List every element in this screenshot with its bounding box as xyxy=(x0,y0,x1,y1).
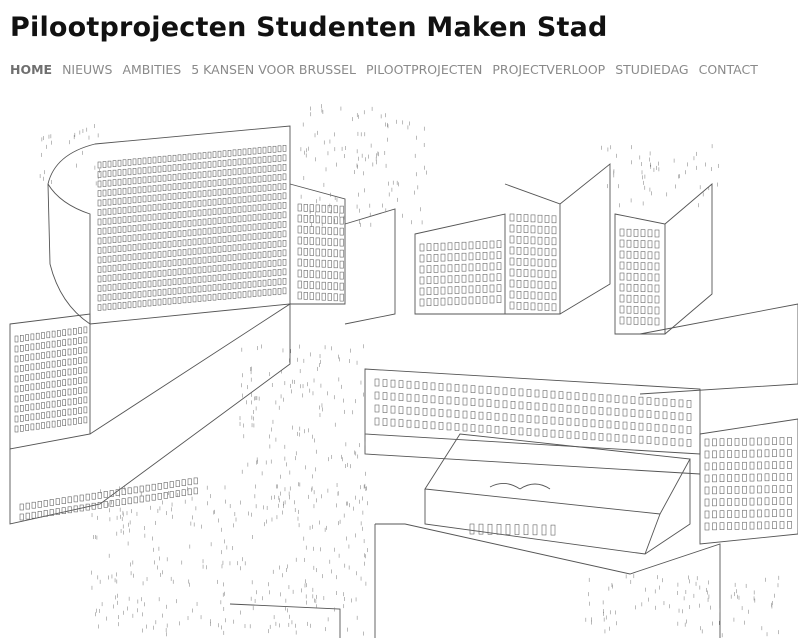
nav-ambities[interactable]: AMBITIES xyxy=(122,62,181,77)
windows-layer xyxy=(14,145,792,536)
bg-block-c xyxy=(639,303,798,395)
people-layer xyxy=(39,104,780,638)
nav-contact[interactable]: CONTACT xyxy=(699,62,758,77)
nav-studiedag[interactable]: STUDIEDAG xyxy=(615,62,688,77)
bg-block-a xyxy=(414,213,506,315)
site-title[interactable]: Pilootprojecten Studenten Maken Stad xyxy=(10,12,608,43)
nav-pilootprojecten[interactable]: PILOOTPROJECTEN xyxy=(366,62,482,77)
nav-5-kansen[interactable]: 5 KANSEN VOOR BRUSSEL xyxy=(191,62,356,77)
nav-projectverloop[interactable]: PROJECTVERLOOP xyxy=(492,62,605,77)
nav-home[interactable]: HOME xyxy=(10,62,52,77)
hall-roof xyxy=(424,433,691,515)
bottom-building-outline xyxy=(229,603,341,638)
hero-illustration xyxy=(0,104,798,638)
nav-nieuws[interactable]: NIEUWS xyxy=(62,62,112,77)
main-nav: HOME NIEUWS AMBITIES 5 KANSEN VOOR BRUSS… xyxy=(10,62,768,77)
isometric-city-drawing xyxy=(9,104,798,638)
hall-front xyxy=(424,489,661,555)
